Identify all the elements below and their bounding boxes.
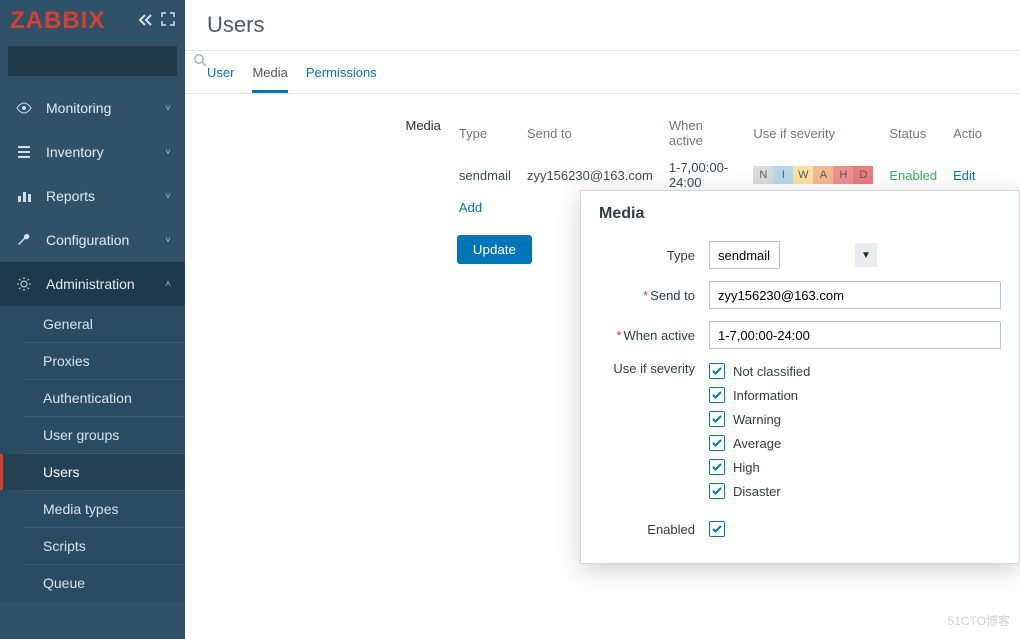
checkbox-icon (709, 411, 725, 427)
page-title: Users (185, 0, 1020, 51)
media-dialog: Media Type sendmail ▼ *Send to *When act… (580, 190, 1020, 564)
list-icon (14, 144, 34, 160)
logo-row: ZABBIX (0, 0, 185, 42)
severity-badge-a: A (813, 166, 833, 184)
enabled-checkbox[interactable] (709, 521, 725, 537)
enabled-label: Enabled (599, 522, 709, 537)
checkbox-label: High (733, 460, 760, 475)
type-label: Type (599, 248, 709, 263)
add-media-link[interactable]: Add (459, 200, 482, 215)
wrench-icon (14, 232, 34, 248)
sidebar-item-user-groups[interactable]: User groups (0, 417, 185, 453)
dropdown-icon: ▼ (855, 243, 877, 267)
gear-icon (14, 276, 34, 292)
sub-item-label: Proxies (43, 353, 90, 369)
severity-badge-h: H (833, 166, 853, 184)
col-status: Status (889, 116, 951, 156)
sidebar-item-reports[interactable]: Reports ˅ (0, 174, 185, 218)
col-when-active: When active (669, 116, 751, 156)
send-to-input[interactable] (709, 281, 1001, 309)
sidebar-item-media-types[interactable]: Media types (0, 491, 185, 527)
col-type: Type (459, 116, 525, 156)
sidebar-item-general[interactable]: General (0, 306, 185, 342)
sidebar-item-queue[interactable]: Queue (0, 565, 185, 601)
sidebar-item-label: Configuration (46, 232, 129, 248)
sidebar-item-label: Inventory (46, 144, 104, 160)
tab-media[interactable]: Media (252, 65, 287, 93)
severity-label: Use if severity (599, 361, 709, 376)
col-send-to: Send to (527, 116, 667, 156)
severity-disaster[interactable]: Disaster (709, 483, 810, 499)
chevron-down-icon: ˅ (165, 235, 171, 246)
sidebar-item-configuration[interactable]: Configuration ˅ (0, 218, 185, 262)
sidebar-item-inventory[interactable]: Inventory ˅ (0, 130, 185, 174)
chevron-down-icon: ˅ (165, 191, 171, 202)
when-active-label: *When active (599, 328, 709, 343)
checkbox-label: Disaster (733, 484, 781, 499)
severity-badge-n: N (753, 166, 773, 184)
tab-permissions[interactable]: Permissions (306, 65, 377, 93)
tabs: User Media Permissions (185, 51, 1020, 94)
chevron-down-icon: ˅ (165, 147, 171, 158)
status-toggle[interactable]: Enabled (889, 168, 937, 183)
watermark: 51CTO博客 (948, 612, 1010, 629)
checkbox-label: Not classified (733, 364, 810, 379)
tab-user[interactable]: User (207, 65, 234, 93)
sidebar-item-proxies[interactable]: Proxies (0, 343, 185, 379)
dialog-title: Media (581, 191, 1019, 235)
sub-item-label: General (43, 316, 93, 332)
checkbox-label: Information (733, 388, 798, 403)
col-action: Actio (953, 116, 996, 156)
severity-information[interactable]: Information (709, 387, 810, 403)
cell-type: sendmail (459, 158, 525, 196)
media-section-label: Media (207, 114, 457, 133)
chevron-down-icon: ˅ (165, 103, 171, 114)
sidebar-item-authentication[interactable]: Authentication (0, 380, 185, 416)
eye-icon (14, 100, 34, 116)
when-active-input[interactable] (709, 321, 1001, 349)
sidebar-item-label: Reports (46, 188, 95, 204)
sidebar-item-monitoring[interactable]: Monitoring ˅ (0, 86, 185, 130)
send-to-label: *Send to (599, 288, 709, 303)
fullscreen-icon[interactable] (161, 12, 175, 31)
severity-badge-d: D (853, 166, 873, 184)
sidebar-search[interactable] (8, 46, 177, 76)
checkbox-icon (709, 387, 725, 403)
sub-item-label: Scripts (43, 538, 86, 554)
sidebar-item-users[interactable]: Users (0, 454, 185, 490)
severity-not-classified[interactable]: Not classified (709, 363, 810, 379)
severity-badge-i: I (773, 166, 793, 184)
collapse-sidebar-icon[interactable] (137, 12, 153, 31)
sidebar-item-label: Monitoring (46, 100, 111, 116)
col-severity: Use if severity (753, 116, 887, 156)
checkbox-label: Warning (733, 412, 781, 427)
sub-item-label: Queue (43, 575, 85, 591)
search-input[interactable] (16, 54, 193, 69)
sidebar: ZABBIX Monitoring ˅ Inventory ˅ Reports … (0, 0, 185, 639)
sub-item-label: Users (43, 464, 80, 480)
checkbox-icon (709, 483, 725, 499)
chevron-up-icon: ˄ (165, 279, 171, 290)
severity-warning[interactable]: Warning (709, 411, 810, 427)
app-logo: ZABBIX (10, 7, 105, 35)
chart-icon (14, 188, 34, 204)
sub-item-label: User groups (43, 427, 119, 443)
checkbox-icon (709, 363, 725, 379)
checkbox-icon (709, 459, 725, 475)
update-button[interactable]: Update (457, 235, 532, 264)
sub-item-label: Media types (43, 501, 118, 517)
sub-item-label: Authentication (43, 390, 132, 406)
checkbox-icon (709, 435, 725, 451)
edit-link[interactable]: Edit (953, 168, 975, 183)
sidebar-item-scripts[interactable]: Scripts (0, 528, 185, 564)
severity-high[interactable]: High (709, 459, 810, 475)
severity-average[interactable]: Average (709, 435, 810, 451)
type-select[interactable]: sendmail (709, 241, 780, 269)
severity-checkbox-list: Not classified Information Warning Avera… (709, 361, 810, 499)
severity-badge-w: W (793, 166, 813, 184)
sidebar-item-label: Administration (46, 276, 135, 292)
checkbox-label: Average (733, 436, 781, 451)
sidebar-item-administration[interactable]: Administration ˄ (0, 262, 185, 306)
administration-submenu: General Proxies Authentication User grou… (0, 306, 185, 601)
